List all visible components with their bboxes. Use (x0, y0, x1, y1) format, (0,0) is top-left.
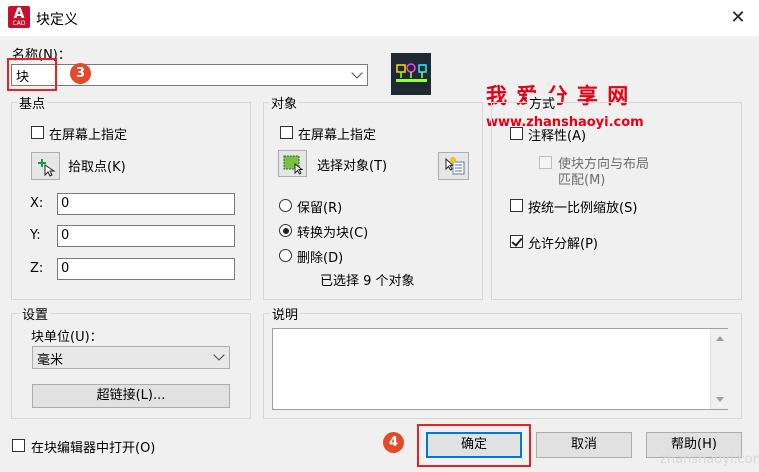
window-title: 块定义 (36, 12, 78, 28)
base-point-title: 基点 (17, 93, 48, 112)
match-orientation-label-2: 匹配(M) (558, 173, 606, 188)
delete-radio[interactable] (279, 249, 292, 262)
chevron-down-icon[interactable] (351, 67, 363, 79)
annotative-checkbox[interactable] (510, 127, 523, 140)
open-in-editor-label: 在块编辑器中打开(O) (31, 441, 156, 456)
objects-specify-on-screen-label: 在屏幕上指定 (298, 128, 377, 143)
watermark-footer: zhanshaoyi.com (660, 452, 759, 467)
delete-label: 删除(D) (297, 251, 344, 266)
block-unit-select[interactable]: 毫米 (32, 346, 230, 369)
x-input[interactable]: 0 (57, 193, 235, 215)
description-title: 说明 (270, 304, 301, 323)
y-input[interactable]: 0 (57, 225, 235, 247)
convert-to-block-radio[interactable] (279, 224, 292, 237)
name-combo[interactable]: 块 (11, 64, 368, 86)
match-orientation-checkbox[interactable] (539, 156, 552, 169)
description-textarea[interactable] (272, 328, 728, 410)
select-objects-label: 选择对象(T) (317, 159, 388, 174)
open-in-editor-checkbox[interactable] (12, 439, 25, 452)
settings-title: 设置 (20, 304, 51, 323)
retain-label: 保留(R) (297, 201, 343, 216)
ok-button[interactable]: 确定 (426, 432, 522, 458)
objects-specify-on-screen-checkbox[interactable] (280, 126, 293, 139)
title-bar (0, 0, 759, 36)
y-label: Y: (30, 228, 41, 243)
z-input[interactable]: 0 (57, 258, 235, 280)
selected-count: 已选择 9 个对象 (320, 274, 415, 289)
pick-point-label: 拾取点(K) (68, 160, 126, 175)
close-icon[interactable]: ✕ (724, 4, 752, 32)
annotation-box-name (7, 58, 57, 91)
x-label: X: (30, 196, 44, 211)
base-specify-on-screen-label: 在屏幕上指定 (49, 128, 128, 143)
z-label: Z: (30, 261, 44, 276)
quick-select-icon (445, 157, 465, 175)
select-objects-button[interactable] (278, 150, 307, 177)
block-unit-value: 毫米 (37, 353, 64, 368)
annotative-label: 注释性(A) (528, 129, 587, 144)
description-scrollbar[interactable] (710, 329, 728, 409)
annotation-step-4: 4 (383, 432, 404, 453)
pick-point-icon (38, 159, 56, 177)
scroll-down-icon[interactable] (716, 397, 724, 402)
scale-uniformly-label: 按统一比例缩放(S) (528, 201, 638, 216)
behavior-title: 方式 (527, 93, 558, 112)
base-specify-on-screen-checkbox[interactable] (31, 126, 44, 139)
autocad-app-icon: A CAD (8, 6, 30, 28)
retain-radio[interactable] (279, 199, 292, 212)
block-unit-label: 块单位(U)： (31, 330, 103, 345)
block-preview (391, 53, 431, 95)
quick-select-button[interactable] (438, 152, 469, 180)
block-preview-icon (396, 63, 427, 82)
objects-title: 对象 (269, 93, 300, 112)
scroll-up-icon[interactable] (716, 336, 724, 341)
cancel-button[interactable]: 取消 (536, 432, 632, 458)
select-objects-icon (283, 155, 304, 175)
convert-to-block-label: 转换为块(C) (297, 226, 369, 241)
pick-point-button[interactable] (31, 152, 60, 180)
hyperlink-button[interactable]: 超链接(L)... (32, 384, 230, 408)
allow-exploding-checkbox[interactable] (510, 235, 523, 248)
allow-exploding-label: 允许分解(P) (528, 237, 598, 252)
scale-uniformly-checkbox[interactable] (510, 199, 523, 212)
app-icon-sub: CAD (12, 20, 26, 27)
chevron-down-icon[interactable] (213, 349, 225, 361)
annotation-step-3: 3 (70, 63, 91, 84)
